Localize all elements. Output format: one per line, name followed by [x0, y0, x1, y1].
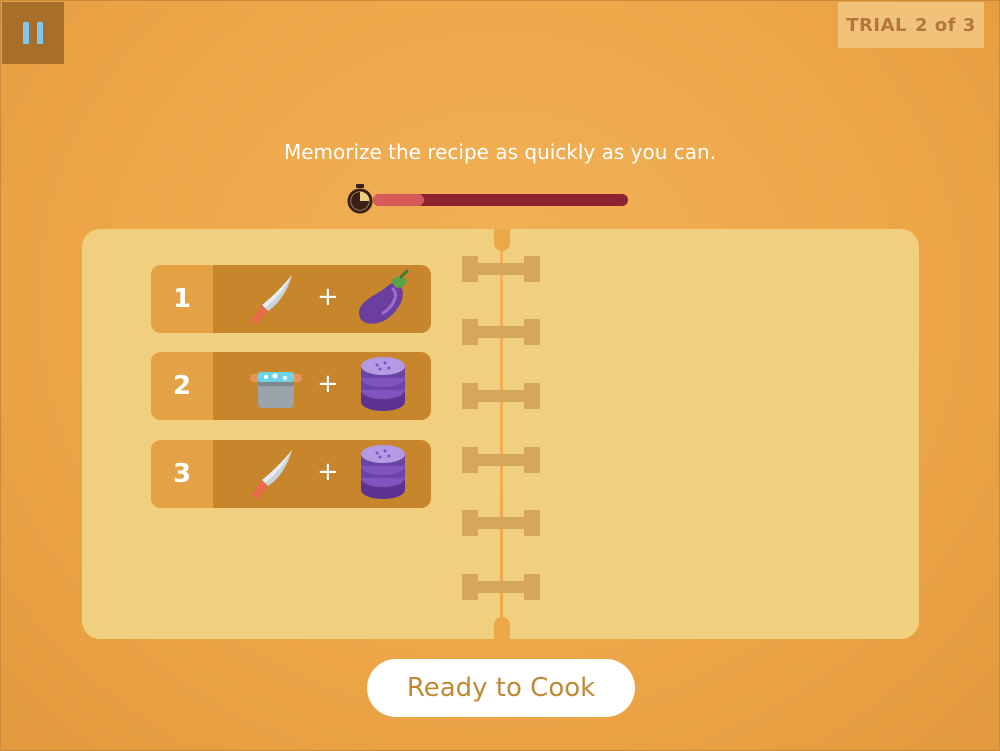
pause-button[interactable] — [2, 2, 64, 64]
binder-ring — [462, 319, 540, 345]
recipe-book-right-page — [503, 229, 919, 639]
trial-counter: TRIAL 2 of 3 — [838, 2, 984, 48]
step-content: + — [213, 440, 431, 508]
timer-track — [373, 194, 628, 206]
pot-icon — [250, 372, 302, 408]
binder-ring — [462, 256, 540, 282]
binder-ring — [462, 574, 540, 600]
knife-icon — [252, 450, 292, 499]
step-number-box: 2 — [151, 352, 213, 420]
trial-value: 2 of 3 — [914, 14, 976, 36]
binder-ring — [462, 447, 540, 473]
knife-icon — [252, 275, 292, 324]
trial-label: TRIAL — [846, 14, 907, 36]
stopwatch-icon — [347, 184, 373, 214]
step-number: 3 — [172, 459, 192, 489]
plus-sign: + — [317, 457, 339, 487]
pause-icon — [23, 22, 29, 44]
recipe-step: 1 + — [151, 265, 431, 333]
step-content: + — [213, 265, 431, 333]
book-spine-notch-bottom — [494, 617, 510, 639]
eggplant-slices-icon — [361, 445, 405, 499]
step-number-box: 1 — [151, 265, 213, 333]
instruction-text: Memorize the recipe as quickly as you ca… — [283, 140, 717, 164]
step-number: 1 — [172, 284, 192, 314]
timer-fill — [373, 194, 424, 206]
eggplant-icon — [359, 269, 409, 324]
timer — [345, 183, 635, 215]
step-content: + — [213, 352, 431, 420]
binder-ring — [462, 510, 540, 536]
binder-ring — [462, 383, 540, 409]
book-spine-notch-top — [494, 229, 510, 251]
plus-sign: + — [317, 369, 339, 399]
eggplant-slices-icon — [361, 357, 405, 411]
recipe-step: 3 + — [151, 440, 431, 508]
step-number: 2 — [172, 371, 192, 401]
plus-sign: + — [317, 282, 339, 312]
step-number-box: 3 — [151, 440, 213, 508]
recipe-step: 2 + — [151, 352, 431, 420]
ready-to-cook-button[interactable]: Ready to Cook — [367, 659, 635, 717]
pause-icon-bar — [37, 22, 43, 44]
